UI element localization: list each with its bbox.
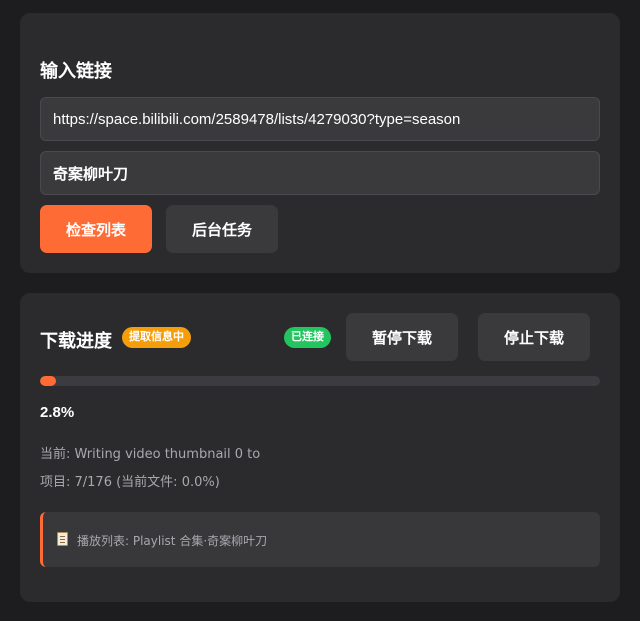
playlist-label: 播放列表: Playlist 合集·奇案柳叶刀 (77, 534, 268, 548)
pause-download-button[interactable]: 暂停下载 (346, 313, 458, 361)
input-card: 输入链接 检查列表 后台任务 (20, 13, 620, 273)
playlist-info-box: 播放列表: Playlist 合集·奇案柳叶刀 (40, 512, 600, 567)
status-badge: 提取信息中 (122, 327, 191, 348)
background-tasks-button[interactable]: 后台任务 (166, 205, 278, 253)
url-input[interactable] (40, 97, 600, 141)
progress-title: 下载进度 (40, 331, 112, 351)
clipboard-icon (57, 532, 68, 546)
progress-percent: 2.8% (40, 404, 75, 421)
input-section-title: 输入链接 (40, 61, 112, 81)
item-count-status: 项目: 7/176 (当前文件: 0.0%) (40, 475, 220, 490)
connection-badge: 已连接 (284, 327, 331, 348)
current-file-status: 当前: Writing video thumbnail 0 to (40, 447, 261, 462)
name-input[interactable] (40, 151, 600, 195)
check-list-button[interactable]: 检查列表 (40, 205, 152, 253)
stop-download-button[interactable]: 停止下载 (478, 313, 590, 361)
progress-bar (40, 376, 600, 386)
progress-card: 下载进度 提取信息中 已连接 暂停下载 停止下载 2.8% 当前: Writin… (20, 293, 620, 602)
progress-bar-fill (40, 376, 56, 386)
